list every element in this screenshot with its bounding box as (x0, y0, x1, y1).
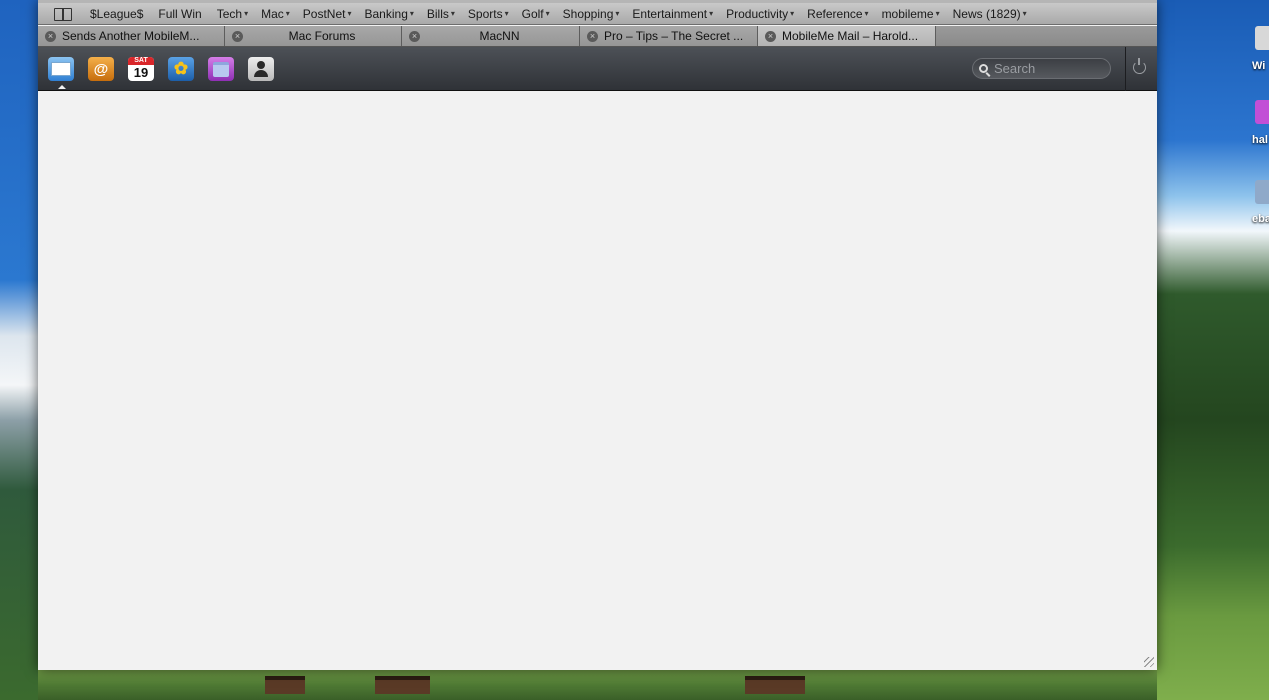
bookmarks-book-icon[interactable] (54, 7, 72, 21)
idisk-icon[interactable] (208, 57, 234, 81)
tab-bar: × Sends Another MobileM... × Mac Forums … (38, 26, 1157, 47)
chevron-down-icon: ▾ (935, 9, 940, 18)
chevron-down-icon: ▾ (790, 9, 795, 18)
desktop-folder-icon[interactable] (1255, 180, 1269, 204)
bookmark-folder-tech[interactable]: Tech ▾ (217, 7, 248, 21)
bookmark-folder-productivity[interactable]: Productivity ▾ (726, 7, 794, 21)
bookmark-full-win[interactable]: Full Win (158, 7, 203, 21)
tab-pro-tips[interactable]: × Pro – Tips – The Secret ... (580, 26, 758, 46)
close-icon[interactable]: × (765, 30, 776, 42)
chevron-down-icon: ▾ (1022, 9, 1027, 18)
chevron-down-icon: ▾ (864, 9, 869, 18)
desktop-file-icon[interactable] (1255, 100, 1269, 124)
bookmark-folder-bills[interactable]: Bills ▾ (427, 7, 455, 21)
desktop-icon-label: Wi (1252, 60, 1266, 72)
bookmark-folder-news[interactable]: News (1829) ▾ (953, 7, 1027, 21)
chevron-down-icon: ▾ (347, 9, 352, 18)
chevron-down-icon: ▾ (709, 9, 714, 18)
bookmark-folder-mac[interactable]: Mac ▾ (261, 7, 290, 21)
chevron-down-icon: ▾ (615, 9, 620, 18)
wallpaper-house (375, 676, 430, 694)
browser-window: $League$ Full Win Tech ▾ Mac ▾ PostNet ▾ Ba… (38, 0, 1157, 670)
desktop-icon-label: eba (1252, 213, 1269, 225)
calendar-icon[interactable]: SAT 19 (128, 57, 154, 81)
close-icon[interactable]: × (587, 30, 598, 42)
bookmark-folder-postnet[interactable]: PostNet ▾ (303, 7, 352, 21)
close-icon[interactable]: × (232, 30, 243, 42)
chevron-down-icon: ▾ (504, 9, 509, 18)
close-icon[interactable]: × (409, 30, 420, 42)
chevron-down-icon: ▾ (285, 9, 290, 18)
account-icon[interactable] (248, 57, 274, 81)
search-icon (979, 64, 988, 73)
contacts-icon[interactable]: @ (88, 57, 114, 81)
desktop-drive-icon[interactable] (1255, 26, 1269, 50)
mobileme-toolbar: @ SAT 19 ✿ (38, 47, 1157, 91)
desktop-wallpaper-bottom (38, 670, 1157, 700)
bookmark-league[interactable]: $League$ (90, 7, 145, 21)
desktop-icon-label: hal (1252, 134, 1268, 146)
tab-macnn[interactable]: × MacNN (402, 26, 580, 46)
bookmarks-bar: $League$ Full Win Tech ▾ Mac ▾ PostNet ▾ Ba… (38, 3, 1157, 25)
active-app-indicator (58, 85, 66, 89)
wallpaper-house (265, 676, 305, 694)
desktop-wallpaper-right (1157, 0, 1269, 700)
bookmark-folder-sports[interactable]: Sports ▾ (468, 7, 509, 21)
bookmark-folder-banking[interactable]: Banking ▾ (365, 7, 414, 21)
desktop-wallpaper-left (0, 0, 40, 700)
window-resize-grip[interactable] (1144, 657, 1154, 667)
gallery-icon[interactable]: ✿ (168, 57, 194, 81)
tab-mac-forums[interactable]: × Mac Forums (225, 26, 402, 46)
mail-content-area (38, 91, 1157, 670)
chevron-down-icon: ▾ (545, 9, 550, 18)
chevron-down-icon: ▾ (450, 9, 455, 18)
chevron-down-icon: ▾ (409, 9, 414, 18)
tab-mobileme-article[interactable]: × Sends Another MobileM... (38, 26, 225, 46)
bookmark-folder-reference[interactable]: Reference ▾ (807, 7, 868, 21)
chevron-down-icon: ▾ (244, 9, 249, 18)
mail-icon[interactable] (48, 57, 74, 81)
bookmark-folder-shopping[interactable]: Shopping ▾ (563, 7, 620, 21)
bookmark-folder-golf[interactable]: Golf ▾ (522, 7, 550, 21)
bookmark-folder-entertainment[interactable]: Entertainment ▾ (632, 7, 713, 21)
toolbar-divider (1125, 47, 1126, 91)
close-icon[interactable]: × (45, 30, 56, 42)
search-input[interactable] (994, 61, 1104, 76)
tab-mobileme-mail[interactable]: × MobileMe Mail – Harold... (758, 26, 936, 46)
bookmark-folder-mobileme[interactable]: mobileme ▾ (882, 7, 940, 21)
power-icon[interactable] (1133, 58, 1146, 74)
search-field[interactable] (972, 58, 1111, 79)
wallpaper-house (745, 676, 805, 694)
